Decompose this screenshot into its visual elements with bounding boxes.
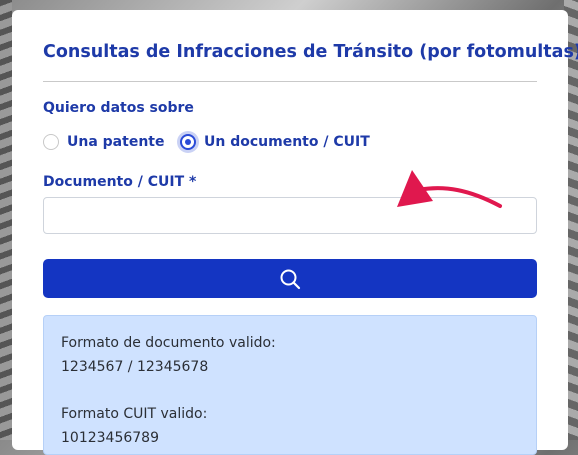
pointer-arrow-icon: [397, 170, 502, 208]
